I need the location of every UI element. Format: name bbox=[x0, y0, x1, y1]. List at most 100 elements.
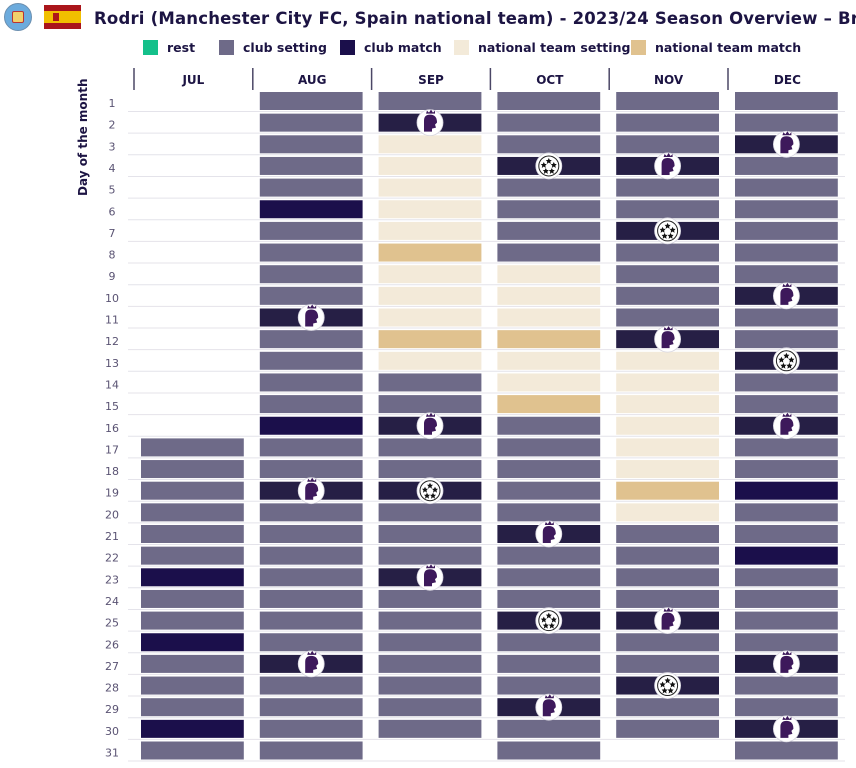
day-cell-club-setting bbox=[616, 113, 719, 132]
day-cell-club-setting bbox=[378, 589, 482, 608]
day-cell-club-setting bbox=[735, 308, 838, 327]
day-cell-club-match bbox=[141, 568, 244, 587]
day-cell-club-setting bbox=[616, 698, 719, 717]
day-cell-club-match bbox=[141, 633, 244, 652]
day-cell-club-setting bbox=[616, 92, 719, 110]
day-cell-club-setting bbox=[735, 221, 838, 240]
day-label: 18 bbox=[105, 465, 119, 478]
day-label: 24 bbox=[105, 595, 119, 608]
day-cell-club-setting bbox=[497, 178, 601, 197]
day-label: 1 bbox=[109, 97, 116, 110]
day-cell-club-match bbox=[259, 416, 363, 435]
premier-league-lion-icon bbox=[773, 650, 800, 678]
day-cell-national-team-setting bbox=[497, 265, 601, 284]
premier-league-lion-icon bbox=[773, 282, 800, 310]
day-cell-club-setting bbox=[735, 676, 838, 695]
day-cell-club-setting bbox=[259, 741, 363, 760]
season-calendar-heatmap: JUL AUG SEP OCT NOV DEC1234567891011121314151… bbox=[105, 68, 845, 762]
day-cell-club-setting bbox=[735, 92, 838, 110]
day-cell-club-setting bbox=[735, 265, 838, 284]
day-cell-club-setting bbox=[735, 503, 838, 522]
day-cell-club-setting bbox=[259, 633, 363, 652]
day-cell-club-setting bbox=[259, 525, 363, 543]
day-label: 30 bbox=[105, 725, 119, 738]
day-cell-club-setting bbox=[378, 611, 482, 630]
day-cell-club-setting bbox=[141, 741, 244, 760]
day-cell-national-team-setting bbox=[616, 460, 719, 479]
day-cell-club-setting bbox=[259, 135, 363, 154]
day-cell-club-setting bbox=[735, 568, 838, 587]
premier-league-lion-icon bbox=[654, 325, 681, 353]
day-cell-national-team-match bbox=[497, 395, 601, 414]
day-cell-club-setting bbox=[259, 351, 363, 370]
champions-league-starball-icon bbox=[654, 672, 681, 699]
day-cell-club-setting bbox=[735, 178, 838, 197]
day-cell-national-team-setting bbox=[616, 373, 719, 392]
day-cell-club-setting bbox=[141, 611, 244, 630]
day-cell-club-setting bbox=[378, 525, 482, 543]
day-cell-club-setting bbox=[259, 719, 363, 738]
premier-league-lion-icon bbox=[535, 520, 563, 548]
day-label: 5 bbox=[109, 184, 116, 197]
day-cell-club-match bbox=[735, 546, 838, 565]
day-cell-national-team-setting bbox=[616, 503, 719, 522]
premier-league-lion-icon bbox=[535, 693, 563, 721]
day-label: 23 bbox=[105, 573, 119, 586]
month-label-oct: OCT bbox=[536, 73, 564, 87]
day-cell-club-setting bbox=[735, 200, 838, 219]
day-cell-national-team-setting bbox=[497, 308, 601, 327]
day-cell-club-setting bbox=[378, 395, 482, 414]
champions-league-starball-icon bbox=[654, 217, 681, 245]
day-label: 10 bbox=[105, 292, 119, 305]
day-cell-club-setting bbox=[497, 719, 601, 738]
day-label: 20 bbox=[105, 508, 119, 521]
day-label: 9 bbox=[109, 270, 116, 283]
day-label: 27 bbox=[105, 660, 119, 673]
day-cell-club-setting bbox=[259, 113, 363, 132]
day-cell-club-setting bbox=[259, 568, 363, 587]
premier-league-lion-icon bbox=[416, 563, 444, 591]
day-cell-national-team-setting bbox=[378, 265, 482, 284]
day-cell-club-setting bbox=[141, 481, 244, 500]
day-cell-club-setting bbox=[259, 698, 363, 717]
day-cell-club-setting bbox=[259, 243, 363, 262]
day-label: 31 bbox=[105, 747, 119, 760]
day-label: 2 bbox=[109, 119, 116, 132]
day-cell-club-setting bbox=[735, 698, 838, 717]
day-cell-club-setting bbox=[141, 546, 244, 565]
month-label-nov: NOV bbox=[654, 73, 684, 87]
day-label: 7 bbox=[109, 227, 116, 240]
day-cell-club-setting bbox=[735, 330, 838, 349]
day-cell-club-setting bbox=[497, 113, 601, 132]
day-cell-club-setting bbox=[616, 200, 719, 219]
day-label: 29 bbox=[105, 703, 119, 716]
day-cell-club-setting bbox=[497, 741, 601, 760]
day-cell-club-setting bbox=[497, 135, 601, 154]
day-cell-national-team-setting bbox=[497, 351, 601, 370]
day-cell-club-setting bbox=[141, 589, 244, 608]
day-cell-club-setting bbox=[497, 460, 601, 479]
day-cell-club-setting bbox=[497, 221, 601, 240]
day-label: 4 bbox=[109, 162, 116, 175]
day-cell-national-team-match bbox=[378, 330, 482, 349]
day-label: 17 bbox=[105, 443, 119, 456]
day-label: 25 bbox=[105, 617, 119, 630]
premier-league-lion-icon bbox=[773, 412, 800, 440]
day-cell-club-setting bbox=[497, 676, 601, 695]
day-label: 3 bbox=[109, 140, 116, 153]
day-cell-club-setting bbox=[616, 243, 719, 262]
day-cell-club-setting bbox=[497, 438, 601, 457]
day-cell-club-setting bbox=[378, 654, 482, 673]
day-cell-club-setting bbox=[497, 568, 601, 587]
day-cell-club-setting bbox=[616, 654, 719, 673]
day-cell-national-team-setting bbox=[497, 373, 601, 392]
day-cell-club-setting bbox=[497, 546, 601, 565]
day-cell-national-team-setting bbox=[378, 156, 482, 175]
day-cell-club-setting bbox=[735, 633, 838, 652]
day-cell-national-team-setting bbox=[378, 178, 482, 197]
day-cell-club-setting bbox=[497, 243, 601, 262]
day-cell-club-setting bbox=[378, 633, 482, 652]
day-label: 26 bbox=[105, 638, 119, 651]
day-cell-club-match bbox=[259, 200, 363, 219]
day-cell-club-setting bbox=[259, 92, 363, 110]
